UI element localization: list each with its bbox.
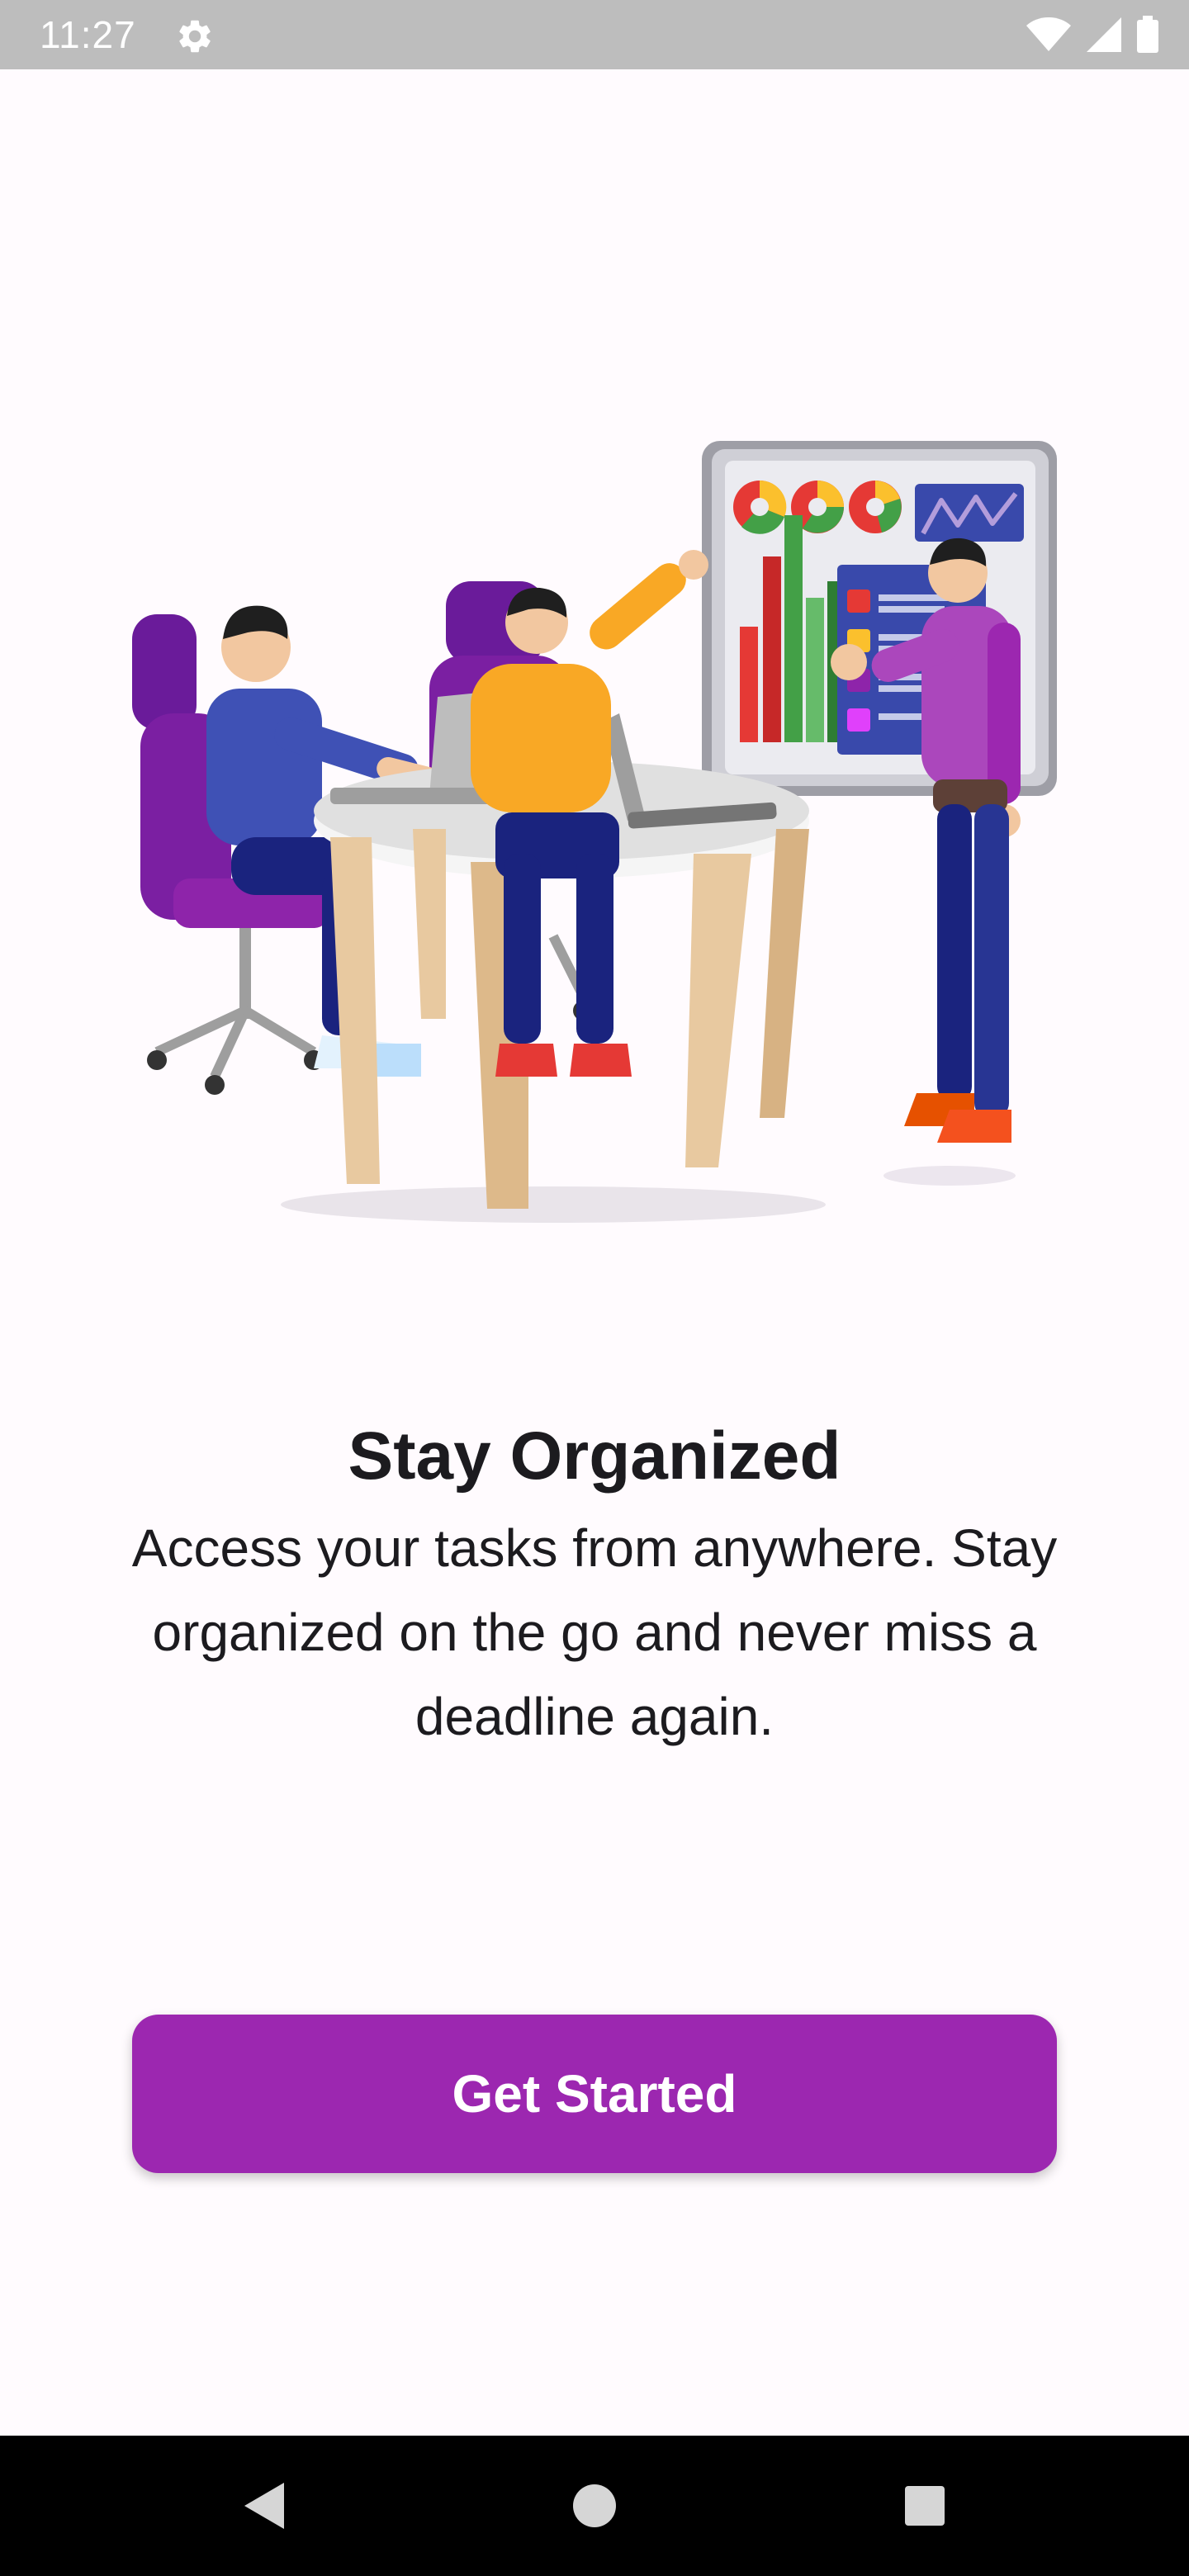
back-icon <box>244 2483 284 2529</box>
gear-icon <box>179 20 211 53</box>
signal-icon <box>1087 17 1121 52</box>
onboarding-screen: Stay Organized Access your tasks from an… <box>0 69 1189 2436</box>
page-title: Stay Organized <box>348 1418 841 1494</box>
recents-button[interactable] <box>842 2436 1007 2576</box>
home-icon <box>573 2484 616 2527</box>
home-button[interactable] <box>512 2436 677 2576</box>
status-icons <box>1026 15 1159 54</box>
team-meeting-illustration <box>132 441 1057 1223</box>
wifi-icon <box>1026 17 1071 51</box>
back-button[interactable] <box>182 2436 347 2576</box>
navigation-bar <box>0 2436 1189 2576</box>
get-started-button[interactable]: Get Started <box>132 2015 1057 2173</box>
description-text: Access your tasks from anywhere. Stay or… <box>131 1518 1058 1746</box>
battery-icon <box>1137 16 1158 53</box>
recents-icon <box>905 2486 945 2526</box>
status-bar: 11:27 <box>0 0 1189 69</box>
status-time: 11:27 <box>40 13 136 56</box>
